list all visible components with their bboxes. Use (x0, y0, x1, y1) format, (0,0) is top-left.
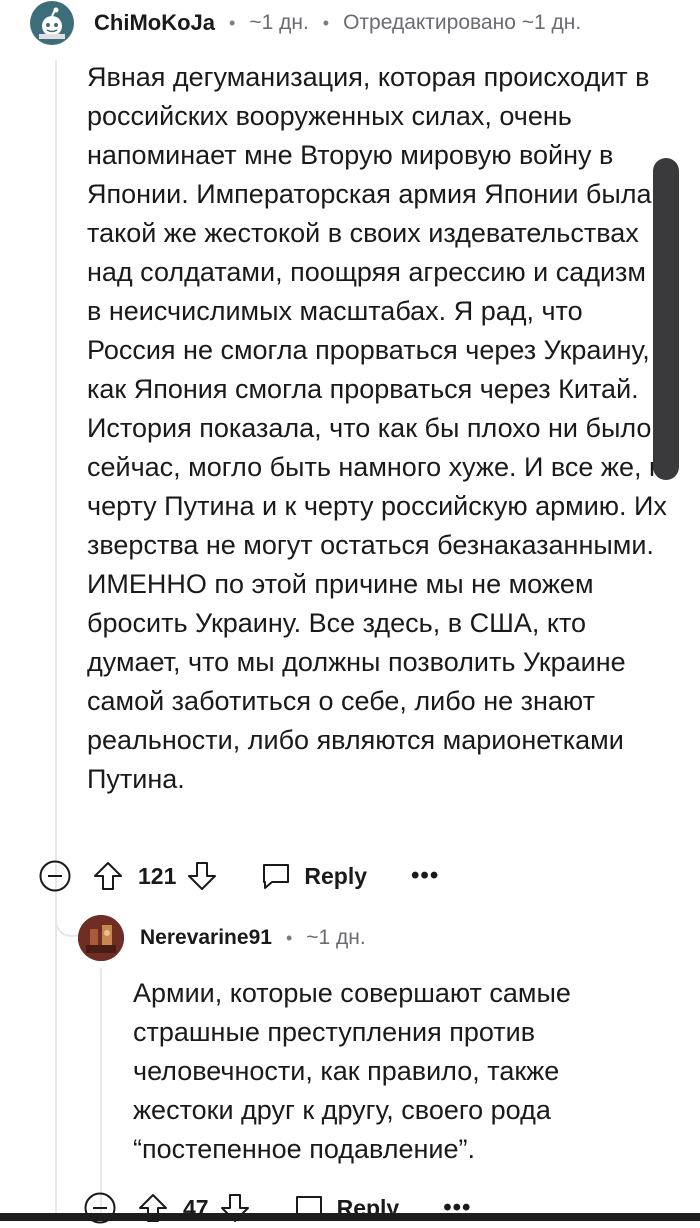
navigation-bar (0, 1213, 700, 1221)
thread-line[interactable] (55, 60, 57, 1221)
reply-actions: 47 Reply ••• (83, 1188, 471, 1228)
username[interactable]: Nerevarine91 (140, 926, 272, 950)
downvote-arrow-icon (188, 862, 217, 890)
avatar[interactable] (30, 1, 74, 45)
user-avatar-icon (78, 915, 124, 961)
downvote-button[interactable] (186, 860, 218, 892)
separator-dot: • (322, 12, 330, 33)
more-options-button[interactable]: ••• (411, 862, 439, 890)
upvote-arrow-icon (94, 862, 122, 890)
comment-body: Явная дегуманизация, которая происходит … (87, 62, 667, 794)
username[interactable]: ChiMoKoJa (94, 10, 215, 36)
edited-label: Отредактировано ~1 дн. (343, 11, 582, 34)
reply-header: Nerevarine91 • ~1 дн. (78, 914, 366, 962)
timestamp: ~1 дн. (249, 11, 309, 34)
reply-label: Reply (304, 862, 368, 889)
avatar[interactable] (78, 915, 124, 961)
collapse-button[interactable] (38, 859, 72, 893)
reply-bubble-icon (263, 864, 290, 889)
comment-actions: 121 Reply ••• (38, 856, 439, 896)
reply-thread-line[interactable] (100, 968, 102, 1221)
collapse-minus-icon (39, 860, 71, 892)
reply-button[interactable]: Reply (260, 860, 367, 892)
scrollbar[interactable] (653, 158, 679, 480)
separator-dot: • (285, 927, 293, 948)
vote-count: 121 (138, 862, 177, 889)
reply-body: Армии, которые совершают самые страшные … (133, 978, 571, 1164)
comment-header: ChiMoKoJa • ~1 дн. • Отредактировано ~1 … (30, 0, 581, 46)
snoo-avatar-icon (39, 7, 65, 39)
separator-dot: • (229, 12, 236, 33)
timestamp: ~1 дн. (306, 926, 366, 949)
upvote-button[interactable] (92, 860, 124, 892)
